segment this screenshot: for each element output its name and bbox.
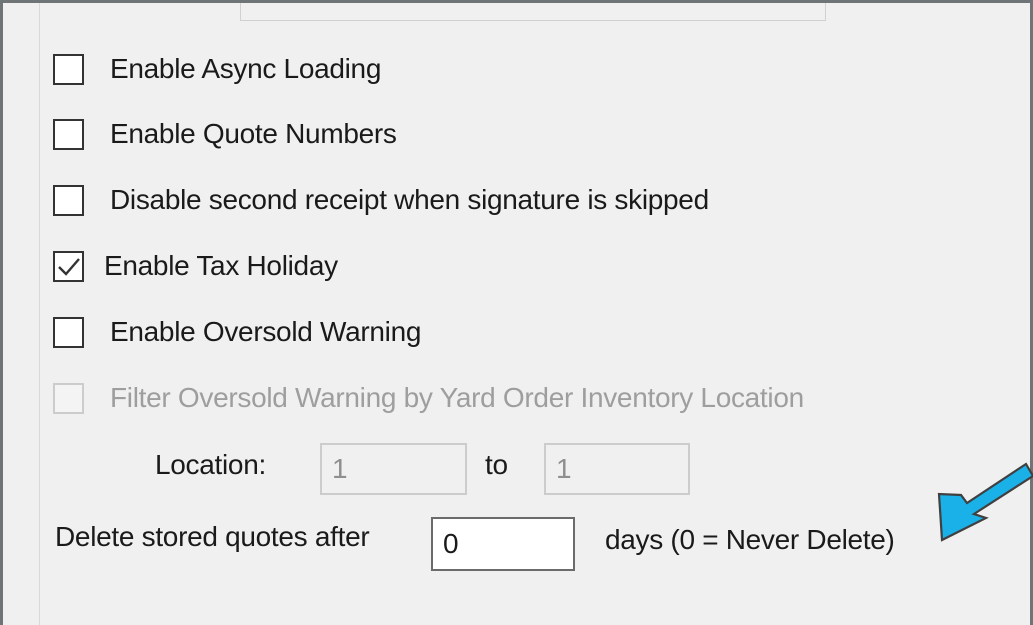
location-to-label: to: [485, 449, 508, 480]
panel-divider: [39, 3, 40, 625]
delete-quotes-label: Delete stored quotes after: [55, 521, 370, 552]
quote-numbers-label: Enable Quote Numbers: [110, 118, 397, 149]
group-box-edge: [240, 3, 826, 21]
tax-holiday-label: Enable Tax Holiday: [104, 250, 338, 281]
delete-quotes-days-input[interactable]: [431, 517, 575, 571]
location-label: Location:: [155, 449, 266, 480]
location-from-field[interactable]: [320, 443, 467, 495]
checkmark-icon: [58, 257, 80, 276]
filter-oversold-option: Filter Oversold Warning by Yard Order In…: [53, 378, 804, 418]
oversold-warning-checkbox[interactable]: [53, 316, 84, 348]
async-loading-checkbox[interactable]: [53, 53, 84, 85]
disable-second-receipt-checkbox[interactable]: [53, 184, 84, 216]
location-to-field[interactable]: [544, 443, 690, 495]
disable-second-receipt-option[interactable]: Disable second receipt when signature is…: [53, 180, 709, 220]
oversold-warning-label: Enable Oversold Warning: [110, 316, 422, 347]
disable-second-receipt-label: Disable second receipt when signature is…: [110, 184, 709, 215]
async-loading-option[interactable]: Enable Async Loading: [53, 49, 381, 89]
quote-numbers-option[interactable]: Enable Quote Numbers: [53, 114, 397, 154]
filter-oversold-label: Filter Oversold Warning by Yard Order In…: [110, 382, 804, 413]
arrow-icon: [937, 462, 1033, 542]
tax-holiday-option[interactable]: Enable Tax Holiday: [53, 246, 338, 286]
filter-oversold-checkbox: [53, 382, 84, 414]
quote-numbers-checkbox[interactable]: [53, 118, 84, 150]
delete-quotes-suffix: days (0 = Never Delete): [605, 524, 895, 555]
settings-panel: Enable Async Loading Enable Quote Number…: [0, 0, 1033, 625]
async-loading-label: Enable Async Loading: [110, 53, 382, 84]
oversold-warning-option[interactable]: Enable Oversold Warning: [53, 312, 421, 352]
tax-holiday-checkbox[interactable]: [53, 250, 84, 282]
